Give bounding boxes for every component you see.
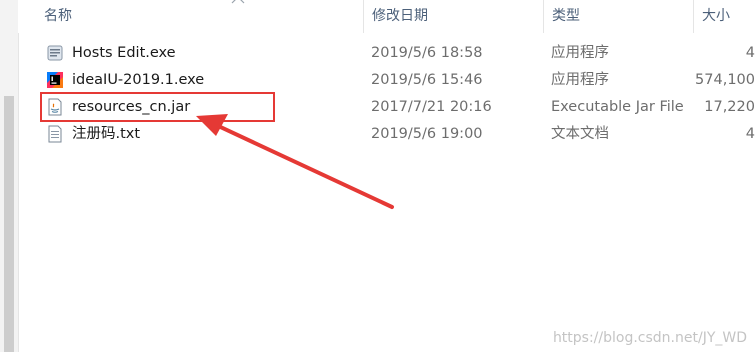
highlight-box <box>40 92 275 122</box>
file-type: Executable Jar File <box>551 99 684 115</box>
sort-ascending-icon <box>231 0 245 4</box>
column-header-bar: 名称 修改日期 类型 大小 <box>18 0 755 33</box>
file-type: 应用程序 <box>551 45 609 61</box>
column-header-type-label: 类型 <box>552 8 580 24</box>
file-date: 2019/5/6 15:46 <box>371 72 483 88</box>
file-date: 2019/5/6 19:00 <box>371 126 483 142</box>
file-name: ideaIU-2019.1.exe <box>72 72 205 88</box>
column-header-type[interactable]: 类型 <box>543 0 693 33</box>
file-size: 4 <box>745 45 755 61</box>
file-name: Hosts Edit.exe <box>72 45 176 61</box>
column-header-size[interactable]: 大小 <box>693 0 755 33</box>
file-size: 574,100 <box>695 72 755 88</box>
file-type: 文本文档 <box>551 126 609 142</box>
file-size: 17,220 <box>704 99 755 115</box>
column-header-date[interactable]: 修改日期 <box>363 0 543 33</box>
scrollbar-thumb[interactable] <box>4 96 14 352</box>
file-row-ideaiu[interactable]: ideaIU-2019.1.exe 2019/5/6 15:46 应用程序 57… <box>18 67 755 93</box>
file-date: 2019/5/6 18:58 <box>371 45 483 61</box>
column-header-name[interactable]: 名称 <box>36 0 366 33</box>
column-header-size-label: 大小 <box>702 8 730 24</box>
column-header-date-label: 修改日期 <box>372 8 428 24</box>
file-type: 应用程序 <box>551 72 609 88</box>
file-name: 注册码.txt <box>72 126 141 142</box>
file-date: 2017/7/21 20:16 <box>371 99 492 115</box>
file-row-hosts-edit[interactable]: Hosts Edit.exe 2019/5/6 18:58 应用程序 4 <box>18 40 755 66</box>
watermark: https://blog.csdn.net/JY_WD <box>552 330 747 346</box>
file-row-registration-txt[interactable]: 注册码.txt 2019/5/6 19:00 文本文档 4 <box>18 121 755 147</box>
column-header-name-label: 名称 <box>44 8 72 24</box>
file-size: 4 <box>745 126 755 142</box>
navigation-pane-edge <box>0 0 19 352</box>
